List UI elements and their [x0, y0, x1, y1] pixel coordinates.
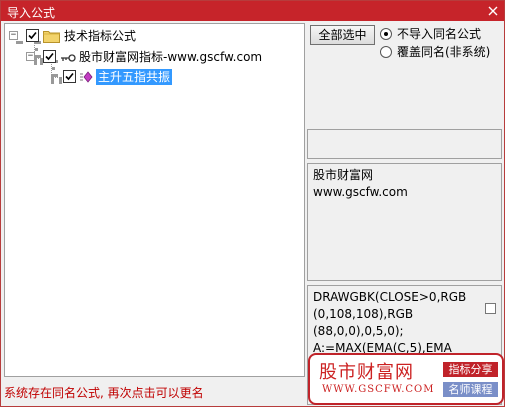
- collapse-toggle[interactable]: −: [9, 31, 18, 40]
- group-checkbox[interactable]: [43, 50, 56, 63]
- code-line: (88,0,0),0,5,0);: [313, 324, 404, 338]
- code-line: (0,108,108),RGB: [313, 307, 414, 321]
- tree-node-root[interactable]: − 技术指标公式: [9, 28, 209, 44]
- tree-node-label: 股市财富网指标-www.gscfw.com: [79, 50, 263, 64]
- collapse-toggle[interactable]: −: [26, 52, 35, 61]
- watermark-tag: 名师课程: [443, 382, 498, 397]
- formula-info-panel: 股市财富网 www.gscfw.com: [307, 163, 502, 281]
- site-watermark-logo: 股市财富网 WWW.GSCFW.COM 指标分享 名师课程: [308, 353, 504, 405]
- watermark-tag: 指标分享: [443, 362, 498, 377]
- select-all-button[interactable]: 全部选中: [310, 25, 375, 45]
- formula-checkbox[interactable]: [63, 70, 76, 83]
- tree-node-label-selected: 主升五指共振: [96, 69, 173, 85]
- code-line: DRAWGBK(CLOSE>0,RGB: [313, 290, 467, 304]
- description-field: [307, 129, 502, 159]
- window-title: 导入公式: [7, 6, 56, 20]
- info-line: www.gscfw.com: [313, 185, 408, 199]
- radio-label: 不导入同名公式: [397, 27, 482, 41]
- root-checkbox[interactable]: [26, 29, 39, 42]
- formula-icon: [79, 71, 93, 86]
- folder-icon: [43, 29, 60, 46]
- radio-button[interactable]: [380, 28, 392, 40]
- watermark-site-name: 股市财富网: [319, 362, 414, 383]
- import-formula-dialog: 导入公式 − 技术指标公式 − 股市财富网指标-www.gscfw.com 主升…: [0, 0, 505, 407]
- checkmark-icon: [45, 52, 54, 61]
- info-line: 股市财富网: [313, 168, 374, 182]
- formula-tree[interactable]: − 技术指标公式 − 股市财富网指标-www.gscfw.com 主升五指共振: [4, 23, 305, 377]
- code-checkbox[interactable]: [485, 303, 496, 314]
- checkmark-icon: [65, 72, 74, 81]
- close-button[interactable]: [484, 2, 502, 20]
- tree-node-label: 技术指标公式: [64, 29, 137, 43]
- close-icon: [488, 6, 498, 16]
- option-overwrite-duplicates[interactable]: 覆盖同名(非系统): [380, 44, 504, 60]
- watermark-url: WWW.GSCFW.COM: [322, 384, 435, 395]
- radio-button[interactable]: [380, 46, 392, 58]
- key-icon: [60, 52, 76, 66]
- radio-dot: [384, 32, 388, 36]
- status-message: 系统存在同名公式, 再次点击可以更名: [4, 386, 204, 400]
- checkmark-icon: [28, 31, 37, 40]
- title-bar: 导入公式: [1, 1, 504, 21]
- tree-node-group[interactable]: − 股市财富网指标-www.gscfw.com: [26, 49, 296, 65]
- radio-label: 覆盖同名(非系统): [397, 45, 491, 59]
- tree-node-formula[interactable]: 主升五指共振: [60, 69, 260, 85]
- option-skip-duplicates[interactable]: 不导入同名公式: [380, 26, 500, 42]
